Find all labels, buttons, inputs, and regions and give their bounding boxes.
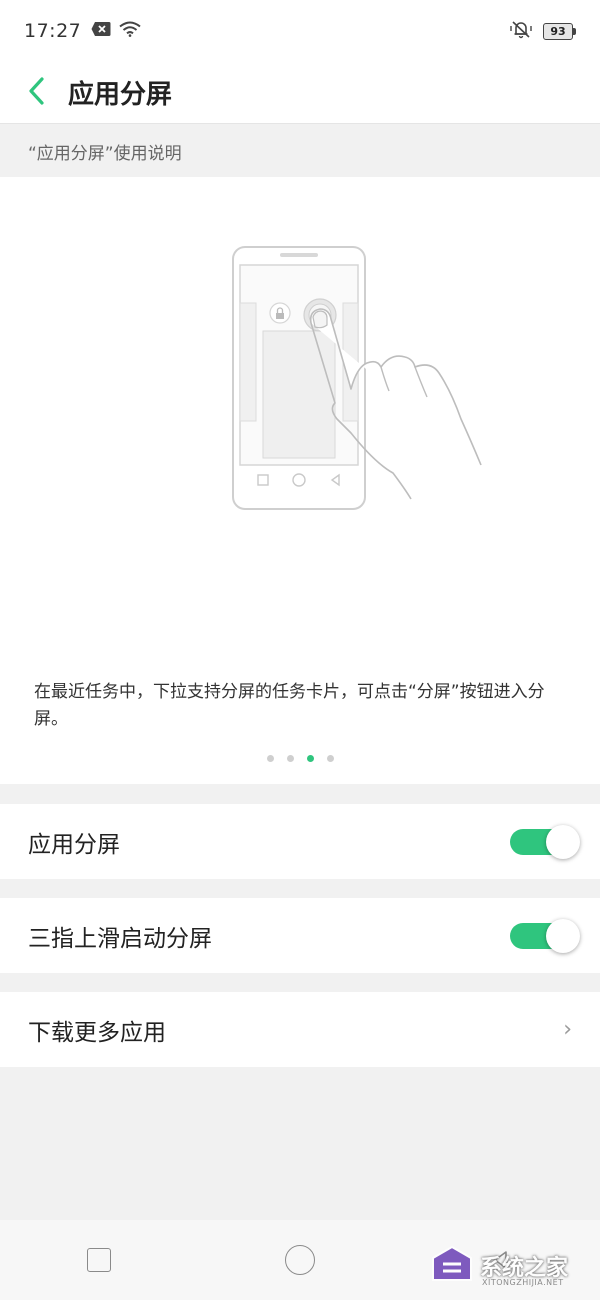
chevron-left-icon bbox=[27, 76, 45, 110]
toggle-knob bbox=[546, 918, 580, 953]
chevron-right-icon: › bbox=[563, 1017, 572, 1042]
split-screen-illustration bbox=[225, 241, 495, 525]
page-dot bbox=[266, 755, 274, 762]
watermark-sub: XITONGZHIJIA.NET bbox=[482, 1278, 564, 1287]
status-left-icons bbox=[91, 21, 141, 41]
page-dot bbox=[286, 755, 294, 762]
guide-caption: “应用分屏”使用说明 bbox=[0, 125, 600, 177]
back-button[interactable] bbox=[6, 62, 66, 124]
notification-x-icon bbox=[91, 21, 111, 41]
three-finger-swipe-toggle[interactable] bbox=[510, 918, 580, 953]
app-split-screen-toggle[interactable] bbox=[510, 824, 580, 859]
status-time: 17:27 bbox=[24, 20, 82, 42]
battery-tip bbox=[573, 27, 576, 35]
guide-card[interactable]: 在最近任务中，下拉支持分屏的任务卡片，可点击“分屏”按钮进入分屏。 bbox=[0, 177, 600, 784]
watermark: 系统之家 XITONGZHIJIA.NET bbox=[430, 1240, 600, 1292]
status-bar: 17:27 93 bbox=[0, 0, 600, 62]
watermark-logo-icon bbox=[430, 1244, 474, 1288]
page-indicator bbox=[0, 755, 600, 762]
status-right-icons: 93 bbox=[509, 19, 576, 43]
setting-app-split-screen[interactable]: 应用分屏 bbox=[0, 804, 600, 879]
toggle-knob bbox=[546, 824, 580, 859]
header: 应用分屏 bbox=[0, 62, 600, 124]
setting-label: 下载更多应用 bbox=[28, 1019, 166, 1046]
page-dot bbox=[326, 755, 334, 762]
setting-three-finger-swipe[interactable]: 三指上滑启动分屏 bbox=[0, 898, 600, 973]
page-dot-active bbox=[306, 755, 314, 762]
home-circle-icon[interactable] bbox=[285, 1245, 315, 1275]
guide-description: 在最近任务中，下拉支持分屏的任务卡片，可点击“分屏”按钮进入分屏。 bbox=[34, 682, 545, 729]
battery-level: 93 bbox=[543, 22, 573, 40]
wifi-icon bbox=[119, 21, 141, 41]
battery-icon: 93 bbox=[543, 22, 576, 40]
recents-square-icon[interactable] bbox=[87, 1248, 111, 1272]
page-title: 应用分屏 bbox=[68, 80, 173, 110]
setting-label: 三指上滑启动分屏 bbox=[28, 925, 212, 952]
setting-label: 应用分屏 bbox=[28, 831, 120, 858]
vibrate-icon bbox=[509, 19, 533, 43]
setting-download-more-apps[interactable]: 下载更多应用 › bbox=[0, 992, 600, 1067]
